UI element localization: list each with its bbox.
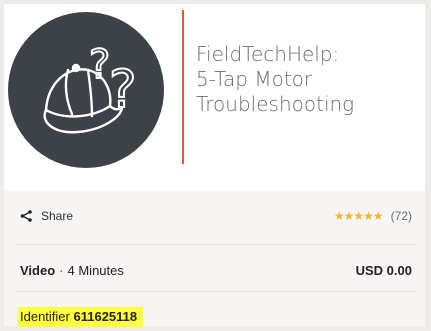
rating-stars: ★★★★★ bbox=[333, 209, 384, 223]
meta-separator: · bbox=[59, 263, 64, 278]
course-title-line-2: 5-Tap Motor bbox=[196, 67, 313, 91]
content-type-label: Video bbox=[20, 263, 56, 278]
svg-text:?: ? bbox=[89, 42, 110, 88]
content-type: Video · 4 Minutes bbox=[20, 263, 124, 278]
divider-line bbox=[16, 244, 417, 245]
course-title-line-3: Troubleshooting bbox=[196, 92, 355, 116]
price: USD 0.00 bbox=[355, 263, 412, 278]
course-title[interactable]: FieldTechHelp: 5-Tap Motor Troubleshooti… bbox=[196, 42, 421, 117]
duration: 4 Minutes bbox=[67, 263, 124, 278]
identifier: Identifier 611625118 bbox=[18, 307, 144, 327]
course-card: ? ? FieldTechHelp: 5-Tap Motor Troublesh… bbox=[4, 4, 425, 327]
rating-count: (72) bbox=[390, 209, 412, 223]
share-rating-row: Share ★★★★★ (72) bbox=[20, 209, 412, 229]
rating[interactable]: ★★★★★ (72) bbox=[334, 209, 412, 223]
share-icon bbox=[20, 210, 32, 222]
identifier-label: Identifier bbox=[20, 309, 70, 324]
share-button[interactable]: Share bbox=[20, 209, 73, 223]
divider-line bbox=[16, 291, 417, 292]
cap-question-icon: ? ? bbox=[8, 12, 164, 168]
share-label: Share bbox=[41, 209, 74, 223]
course-hero: ? ? FieldTechHelp: 5-Tap Motor Troublesh… bbox=[4, 4, 425, 180]
course-logo: ? ? bbox=[6, 10, 166, 170]
course-title-line-1: FieldTechHelp: bbox=[196, 42, 340, 66]
title-divider bbox=[182, 10, 184, 164]
meta-row: Video · 4 Minutes USD 0.00 bbox=[20, 263, 412, 283]
identifier-value: 611625118 bbox=[73, 309, 138, 324]
svg-text:?: ? bbox=[109, 60, 137, 120]
course-details: Share ★★★★★ (72) Video · 4 Minutes USD 0.0… bbox=[4, 191, 425, 327]
